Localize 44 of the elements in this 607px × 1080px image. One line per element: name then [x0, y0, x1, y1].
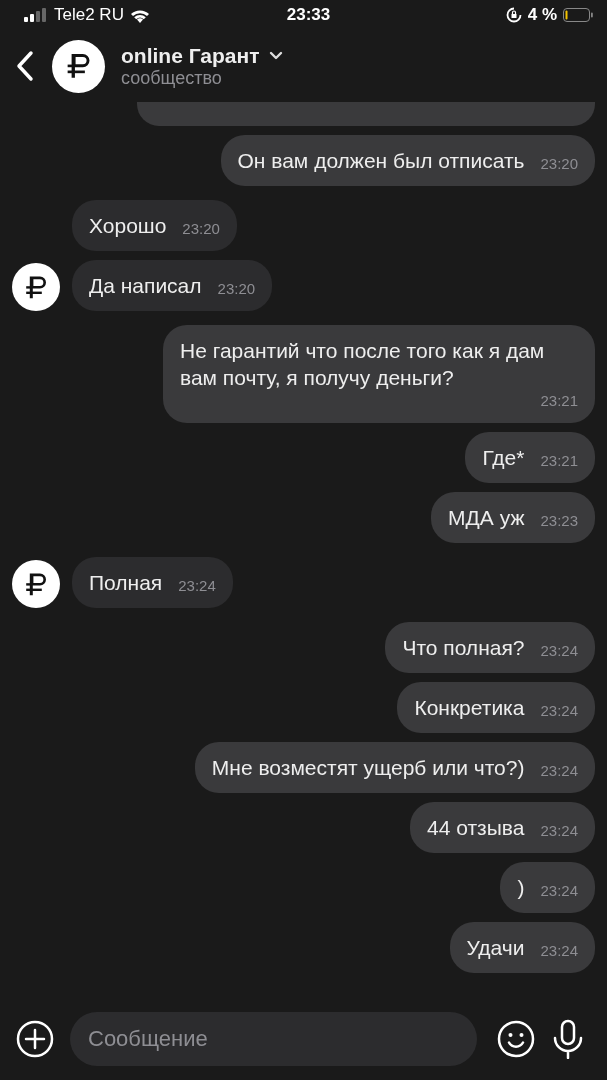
message-text: Он вам должен был отписать [237, 148, 525, 174]
message-text: Не гарантий что после того как я дам вам почту, я получу деньги? [180, 338, 546, 391]
message-text: Конкретика [414, 695, 525, 721]
message-time: 23:23 [539, 511, 578, 531]
message-field[interactable]: Сообщение [70, 1012, 477, 1066]
message-text: 44 отзыва [427, 815, 525, 841]
back-button[interactable] [14, 49, 36, 83]
message-text: Мне возместят ущерб или что?) [211, 755, 525, 781]
message-text: Где* [482, 445, 525, 471]
message-time: 23:21 [539, 451, 578, 471]
message-time: 23:21 [539, 391, 578, 411]
rotation-lock-icon [505, 7, 522, 23]
chat-title[interactable]: online Гарант [121, 43, 260, 68]
battery-percent: 4 % [527, 5, 557, 25]
message-text: Удачи [466, 935, 525, 961]
avatar[interactable] [52, 39, 105, 93]
microphone-button[interactable] [551, 1019, 585, 1059]
clock: 23:33 [286, 5, 331, 25]
battery-icon [563, 8, 593, 22]
chat-subtitle: сообщество [121, 67, 223, 89]
add-button[interactable] [16, 1020, 54, 1058]
message-time: 23:24 [539, 641, 578, 661]
message-time: 23:24 [177, 576, 216, 596]
message-text: Хорошо [89, 213, 167, 239]
message-time: 23:20 [216, 279, 256, 299]
message-text: Полная [89, 570, 163, 596]
message-time: 23:24 [539, 941, 578, 961]
chevron-down-icon[interactable] [269, 51, 284, 60]
emoji-button[interactable] [497, 1020, 535, 1058]
wifi-icon [129, 7, 150, 23]
message-text: Да написал [89, 273, 202, 299]
carrier-name: Tele2 RU [54, 5, 124, 25]
message-time: 23:24 [539, 881, 578, 901]
message-time: 23:20 [539, 154, 578, 174]
message-time: 23:24 [539, 701, 578, 721]
message-text: Что полная? [402, 635, 525, 661]
avatar[interactable] [12, 263, 60, 311]
avatar[interactable] [12, 560, 60, 608]
message-time: 23:20 [181, 219, 220, 239]
message-text: ) [517, 875, 525, 901]
signal-icon [24, 8, 48, 22]
message-time: 23:24 [539, 821, 578, 841]
message-time: 23:24 [539, 761, 578, 781]
message-text: МДА уж [448, 505, 525, 531]
